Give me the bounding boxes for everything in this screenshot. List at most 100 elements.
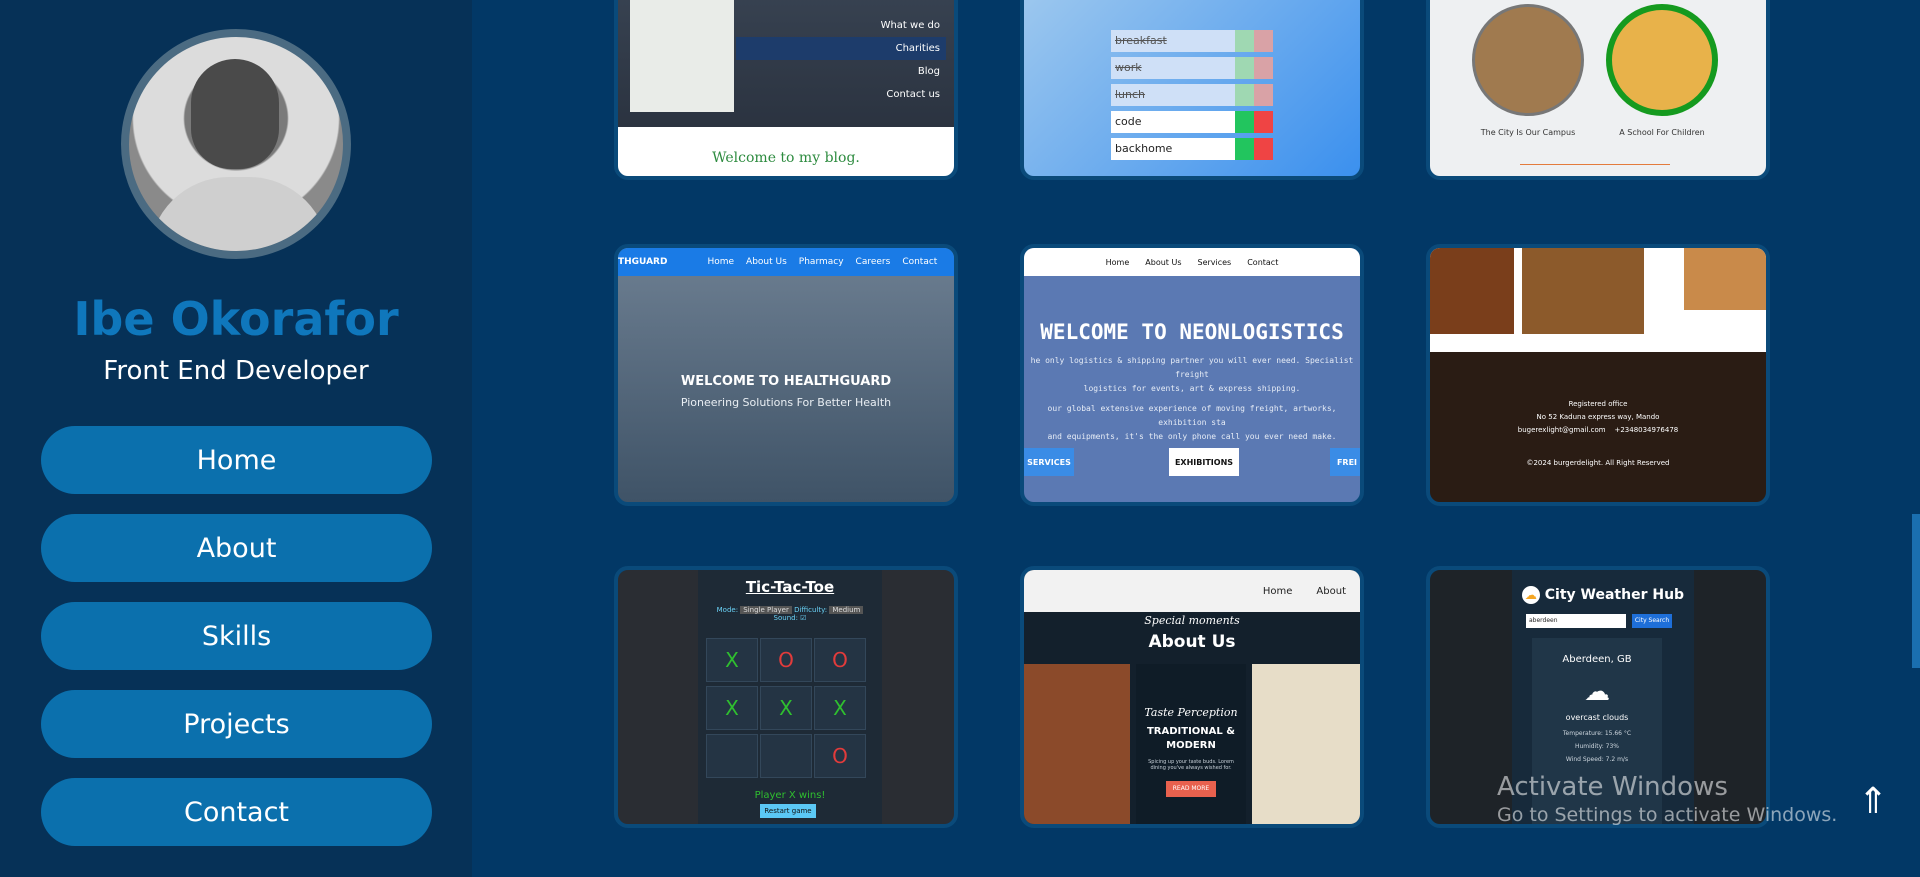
neon-title: WELCOME TO NEONLOGISTICS — [1040, 320, 1344, 344]
delete-icon — [1254, 57, 1273, 79]
restaurant-nav-item: About — [1316, 585, 1346, 597]
avatar-head — [191, 59, 279, 169]
project-card-tictactoe[interactable]: Tic-Tac-Toe Mode: Single Player Difficul… — [614, 566, 958, 828]
ttt-mode-label: Mode: — [716, 606, 739, 614]
burger-office: Registered office — [1568, 400, 1628, 408]
ttt-difficulty-select: Medium — [829, 606, 864, 614]
nav-contact-button[interactable]: Contact — [41, 778, 432, 846]
blog-menu: What we do Charities Blog Contact us — [736, 14, 946, 106]
neon-description: he only logistics & shipping partner you… — [1024, 354, 1360, 444]
todo-item: lunch — [1111, 84, 1273, 106]
todo-item: breakfast — [1111, 30, 1273, 52]
ttt-cell — [706, 734, 758, 778]
windows-activation-watermark: Activate Windows Go to Settings to activ… — [1497, 772, 1837, 826]
healthguard-title: WELCOME TO HEALTHGUARD — [680, 374, 892, 389]
healthguard-navbar: THGUARD Home About Us Pharmacy Careers C… — [618, 248, 954, 276]
weather-city: Aberdeen, GB — [1562, 654, 1632, 665]
project-card-blog[interactable]: What we do Charities Blog Contact us Wel… — [614, 0, 958, 180]
campus-label: The City Is Our Campus — [1480, 128, 1576, 137]
check-icon — [1235, 138, 1254, 160]
weather-search-button: City Search — [1632, 614, 1672, 628]
scrollbar-thumb[interactable] — [1912, 514, 1920, 668]
delete-icon — [1254, 30, 1273, 52]
nav-projects-button[interactable]: Projects — [41, 690, 432, 758]
neon-nav-item: Contact — [1247, 257, 1279, 267]
neon-navbar: Home About Us Services Contact — [1024, 248, 1360, 276]
ttt-winner-text: Player X wins! — [754, 790, 826, 801]
ttt-cell — [760, 734, 812, 778]
project-card-healthguard[interactable]: THGUARD Home About Us Pharmacy Careers C… — [614, 244, 958, 506]
todo-item: work — [1111, 57, 1273, 79]
profile-role: Front End Developer — [103, 356, 369, 386]
restaurant-read-more: READ MORE — [1166, 781, 1216, 797]
ttt-cell: X — [706, 638, 758, 682]
restaurant-special: Special moments — [1144, 614, 1240, 627]
profile-avatar — [121, 29, 351, 259]
neon-nav-item: Services — [1197, 257, 1232, 267]
weather-search-input: aberdeen — [1526, 614, 1626, 628]
nav-skills-button[interactable]: Skills — [41, 602, 432, 670]
restaurant-blurb: Spicing up your taste buds. Lorem dining… — [1148, 759, 1234, 771]
restaurant-navbar: Home About — [1024, 570, 1360, 612]
todo-item-text: work — [1111, 57, 1235, 79]
todo-item-text: code — [1111, 111, 1235, 133]
weather-title-text: City Weather Hub — [1544, 587, 1685, 603]
ttt-cell: X — [706, 686, 758, 730]
todo-item-text: lunch — [1111, 84, 1235, 106]
neon-services-button: SERVICES — [1024, 448, 1074, 476]
cloud-icon: ☁ — [1584, 677, 1610, 707]
profile-name: Ibe Okorafor — [73, 292, 399, 346]
neon-desc-line: logistics for events, art & express ship… — [1083, 384, 1301, 393]
project-card-campus[interactable]: The City Is Our Campus A School For Chil… — [1426, 0, 1770, 180]
ttt-difficulty-label: Difficulty: — [794, 606, 828, 614]
avatar-shirt — [149, 177, 329, 251]
delete-icon — [1254, 138, 1273, 160]
todo-item-text: breakfast — [1111, 30, 1235, 52]
healthguard-nav-item: About Us — [746, 257, 787, 267]
nav-home-button[interactable]: Home — [41, 426, 432, 494]
campus-building-image — [1472, 4, 1584, 116]
blog-menu-item: Charities — [736, 37, 946, 60]
neon-desc-line: and equipments, it's the only phone call… — [1047, 432, 1337, 441]
burger-contact: bugerexlight@gmail.com +2348034976478 — [1430, 424, 1766, 437]
restaurant-nav-item: Home — [1262, 585, 1293, 597]
blog-menu-item: What we do — [880, 20, 940, 31]
healthguard-nav-item: Pharmacy — [798, 257, 844, 267]
project-card-todo[interactable]: breakfast work lunch code backhome — [1020, 0, 1364, 180]
campus-label: A School For Children — [1619, 128, 1705, 137]
nav-about-button[interactable]: About — [41, 514, 432, 582]
burger-address: No 52 Kaduna express way, Mando — [1536, 413, 1660, 421]
project-card-neonlogistics[interactable]: Home About Us Services Contact WELCOME T… — [1020, 244, 1364, 506]
ttt-options: Mode: Single Player Difficulty: Medium S… — [698, 606, 882, 622]
project-card-restaurant[interactable]: Home About Special moments About Us Tast… — [1020, 566, 1364, 828]
blog-side-panel — [630, 0, 734, 112]
weather-wind: Wind Speed: 7.2 m/s — [1565, 756, 1629, 763]
burger-copyright: ©2024 burgerdelight. All Right Reserved — [1526, 459, 1670, 467]
check-icon — [1235, 57, 1254, 79]
healthguard-subtitle: Pioneering Solutions For Better Health — [680, 396, 892, 409]
burger-email: bugerexlight@gmail.com — [1517, 426, 1606, 434]
healthguard-nav-item: Careers — [855, 257, 891, 267]
ttt-panel: Tic-Tac-Toe Mode: Single Player Difficul… — [698, 570, 882, 824]
blog-menu-item: Contact us — [886, 89, 940, 100]
project-card-burger[interactable]: Registered office No 52 Kaduna express w… — [1426, 244, 1770, 506]
ttt-sound: Sound: ☑ — [773, 614, 807, 622]
todo-item-text: backhome — [1111, 138, 1235, 160]
scroll-to-top-icon[interactable]: ⇑ — [1858, 778, 1888, 826]
neon-exhibitions-button: EXHIBITIONS — [1169, 448, 1239, 476]
healthguard-brand: THGUARD — [618, 257, 668, 267]
ttt-cell: O — [814, 734, 866, 778]
ttt-cell: O — [814, 638, 866, 682]
check-icon — [1235, 84, 1254, 106]
campus-children-image — [1606, 4, 1718, 116]
ttt-restart-button: Restart game — [760, 804, 816, 818]
todo-item: code — [1111, 111, 1273, 133]
neon-nav-item: About Us — [1145, 257, 1182, 267]
healthguard-nav-item: Home — [707, 257, 735, 267]
weather-logo-icon: ☁ — [1521, 586, 1540, 604]
campus-divider — [1520, 164, 1670, 165]
restaurant-table-image — [1252, 664, 1360, 824]
healthguard-nav-item: Contact — [902, 257, 938, 267]
ttt-title: Tic-Tac-Toe — [745, 578, 835, 596]
neon-desc-line: our global extensive experience of movin… — [1047, 404, 1337, 427]
